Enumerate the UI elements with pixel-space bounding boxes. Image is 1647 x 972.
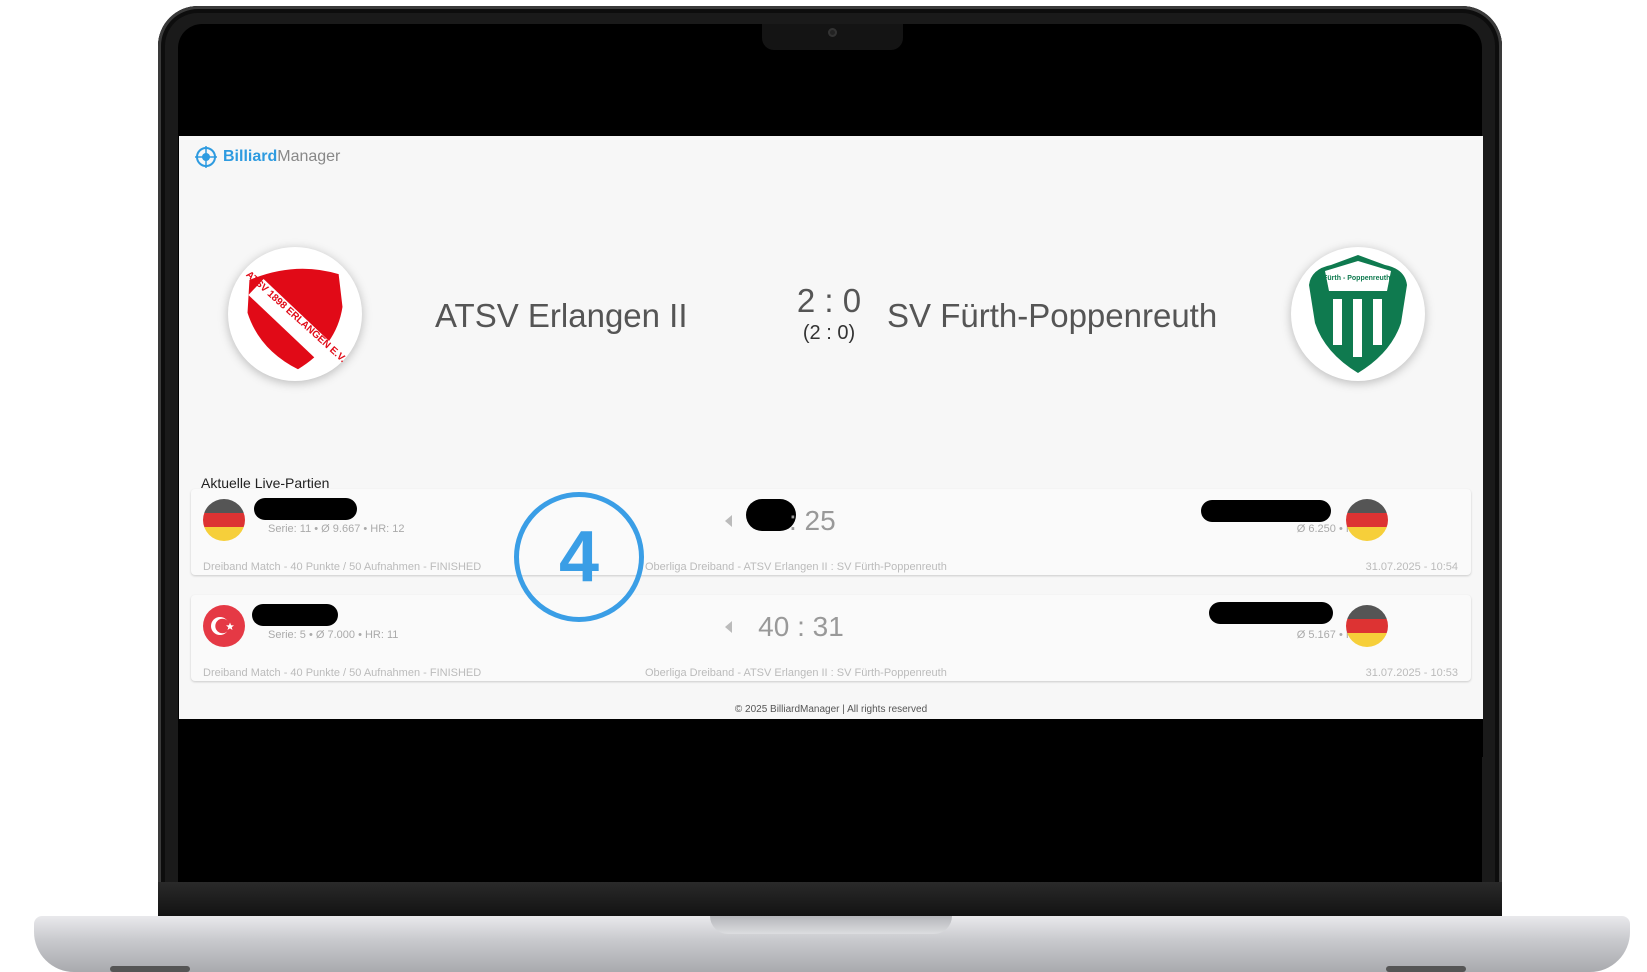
screen-bottom-band (179, 719, 1483, 757)
laptop-foot (110, 966, 190, 972)
atsv-shield-icon: ATSV 1898 ERLANGEN E.V. (243, 265, 348, 373)
left-player-stats: Serie: 5 • Ø 7.000 • HR: 11 (268, 629, 399, 641)
copyright-footer: © 2025 BilliardManager | All rights rese… (734, 704, 928, 715)
laptop-hinge (158, 882, 1502, 918)
caret-left-icon[interactable] (725, 515, 732, 527)
game-type: Dreiband Match - 40 Punkte / 50 Aufnahme… (203, 561, 482, 573)
laptop-opening-groove (710, 916, 952, 934)
germany-flag-icon (1346, 605, 1388, 647)
game-time: 31.07.2025 - 10:53 (1365, 667, 1458, 679)
game-league: Oberliga Dreiband - ATSV Erlangen II : S… (645, 561, 947, 573)
sv-fuerth-shield-icon: SV Fürth - Poppenreuth e.V. (1309, 255, 1407, 373)
game-type: Dreiband Match - 40 Punkte / 50 Aufnahme… (203, 667, 482, 679)
redacted-player-name (1201, 500, 1331, 522)
game-league: Oberliga Dreiband - ATSV Erlangen II : S… (645, 667, 947, 679)
redacted-player-name (254, 498, 357, 520)
redacted-player-name (252, 604, 338, 626)
brand-name: BilliardManager (223, 148, 341, 165)
redacted-player-name (1209, 602, 1333, 624)
game-score: : 25 (789, 505, 836, 536)
turkey-flag-icon (203, 605, 245, 647)
live-game-card[interactable]: Serie: 11 • Ø 9.667 • HR: 12 : 25 Ø 6.25… (191, 489, 1471, 575)
home-team-logo: ATSV 1898 ERLANGEN E.V. (228, 247, 362, 381)
app-screen: BilliardManager ATSV 1898 ERLANGEN E.V. … (179, 136, 1483, 757)
game-score: 40 : 31 (758, 611, 844, 642)
left-player-stats: Serie: 11 • Ø 9.667 • HR: 12 (268, 523, 405, 535)
away-logo-text: SV Fürth - Poppenreuth e.V. (1312, 275, 1404, 282)
game-time: 31.07.2025 - 10:54 (1365, 561, 1458, 573)
brand-logo[interactable]: BilliardManager (195, 146, 340, 168)
germany-flag-icon (203, 499, 245, 541)
home-team-name: ATSV Erlangen II (435, 297, 688, 334)
step-number-badge: 4 (514, 492, 644, 622)
billiard-target-icon (195, 146, 217, 168)
laptop-foot (1386, 966, 1466, 972)
camera-icon (828, 28, 837, 37)
live-game-card[interactable]: Serie: 5 • Ø 7.000 • HR: 11 40 : 31 Ø 5.… (191, 595, 1471, 681)
away-team-name: SV Fürth-Poppenreuth (887, 297, 1218, 334)
germany-flag-icon (1346, 499, 1388, 541)
caret-left-icon[interactable] (725, 621, 732, 633)
away-team-logo: SV Fürth - Poppenreuth e.V. (1291, 247, 1425, 381)
